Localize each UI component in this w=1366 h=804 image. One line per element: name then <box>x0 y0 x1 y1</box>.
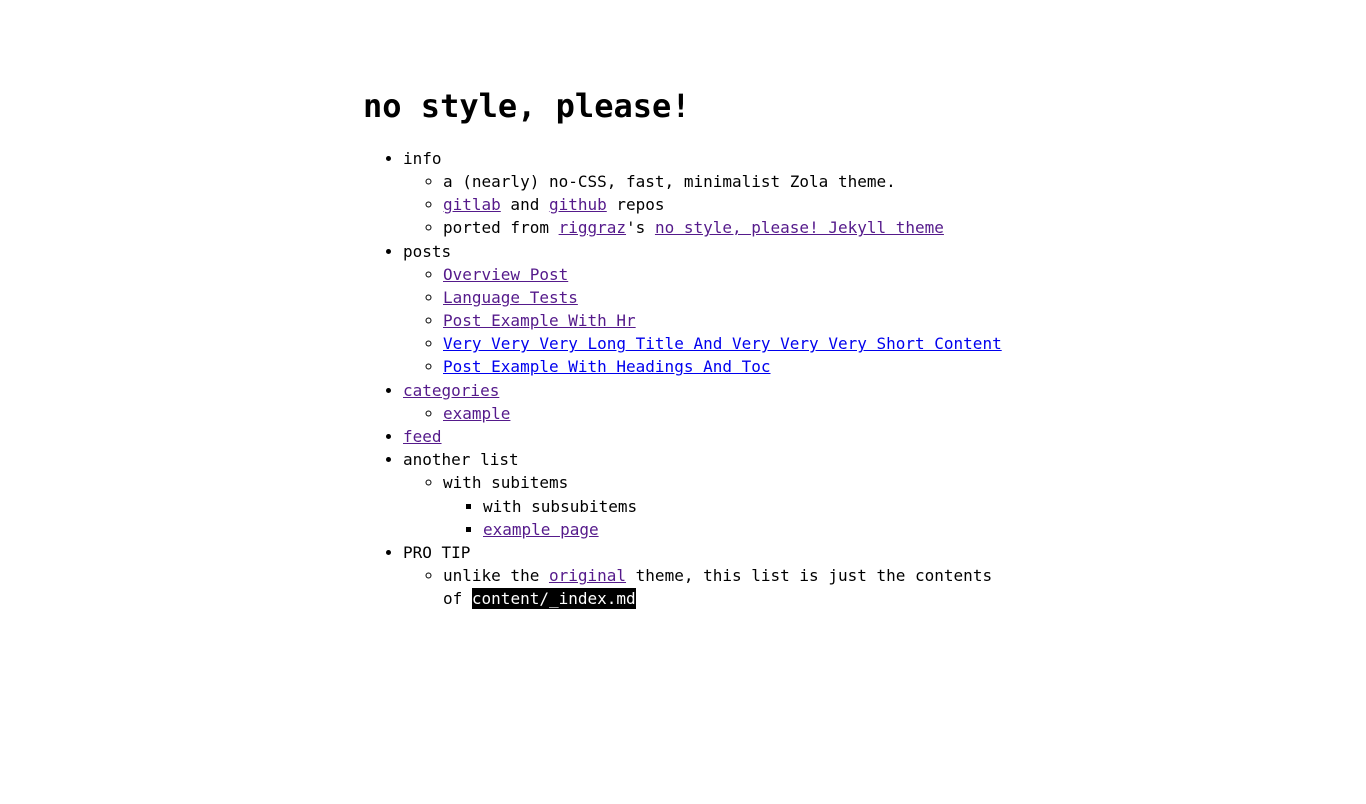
info-sublist: a (nearly) no-CSS, fast, minimalist Zola… <box>403 170 1003 240</box>
list-item-info: info a (nearly) no-CSS, fast, minimalist… <box>403 147 1003 240</box>
another-list-subsublist: with subsubitems example page <box>443 495 1003 541</box>
list-item-posts: posts Overview Post Language Tests Post … <box>403 240 1003 379</box>
riggraz-link[interactable]: riggraz <box>559 218 626 237</box>
github-link[interactable]: github <box>549 195 607 214</box>
list-item-pro-tip-detail: unlike the original theme, this list is … <box>443 564 1003 610</box>
jekyll-theme-link[interactable]: no style, please! Jekyll theme <box>655 218 944 237</box>
repos-suffix: repos <box>606 195 665 215</box>
list-item-with-subsubitems: with subsubitems <box>483 495 1003 518</box>
list-item-post: Language Tests <box>443 286 1003 309</box>
post-link-post-example-with-headings-and-toc[interactable]: Post Example With Headings And Toc <box>443 357 771 376</box>
table-of-contents: info a (nearly) no-CSS, fast, minimalist… <box>363 147 1003 611</box>
list-item-pro-tip: PRO TIP unlike the original theme, this … <box>403 541 1003 611</box>
ported-possessive: 's <box>626 218 655 238</box>
post-link-language-tests[interactable]: Language Tests <box>443 288 578 307</box>
posts-label: posts <box>403 241 452 261</box>
categories-link[interactable]: categories <box>403 381 499 400</box>
list-item-ported-from: ported from riggraz's no style, please! … <box>443 216 1003 239</box>
another-list-sublist: with subitems with subsubitems example p… <box>403 471 1003 541</box>
category-link-example[interactable]: example <box>443 404 510 423</box>
with-subitems-label: with subitems <box>443 473 569 493</box>
post-link-post-example-with-hr[interactable]: Post Example With Hr <box>443 311 636 330</box>
list-item-with-subitems: with subitems with subsubitems example p… <box>443 471 1003 541</box>
list-item-tagline: a (nearly) no-CSS, fast, minimalist Zola… <box>443 170 1003 193</box>
info-label: info <box>403 148 442 168</box>
list-item-post: Overview Post <box>443 263 1003 286</box>
list-item-post: Very Very Very Long Title And Very Very … <box>443 332 1003 355</box>
repos-conjunction: and <box>500 195 549 215</box>
posts-sublist: Overview Post Language Tests Post Exampl… <box>403 263 1003 379</box>
pro-tip-sublist: unlike the original theme, this list is … <box>403 564 1003 610</box>
pro-tip-prefix: unlike the <box>443 566 549 586</box>
list-item-post: Post Example With Hr <box>443 309 1003 332</box>
list-item-repos: gitlab and github repos <box>443 193 1003 216</box>
list-item-categories: categories example <box>403 379 1003 425</box>
feed-link[interactable]: feed <box>403 427 442 446</box>
content-container: no style, please! info a (nearly) no-CSS… <box>363 0 1003 611</box>
list-item-another-list: another list with subitems with subsubit… <box>403 448 1003 541</box>
categories-sublist: example <box>403 402 1003 425</box>
gitlab-link[interactable]: gitlab <box>443 195 501 214</box>
with-subsubitems-label: with subsubitems <box>483 496 638 516</box>
index-md-code: content/_index.md <box>471 588 636 610</box>
post-link-very-long-title[interactable]: Very Very Very Long Title And Very Very … <box>443 334 1002 353</box>
list-item-example-page: example page <box>483 518 1003 541</box>
ported-prefix: ported from <box>443 218 559 238</box>
list-item-category: example <box>443 402 1003 425</box>
page-title: no style, please! <box>363 87 691 125</box>
example-page-link[interactable]: example page <box>483 520 599 539</box>
list-item-feed: feed <box>403 425 1003 448</box>
original-theme-link[interactable]: original <box>549 566 626 585</box>
tagline-text: a (nearly) no-CSS, fast, minimalist Zola… <box>443 171 896 191</box>
post-link-overview-post[interactable]: Overview Post <box>443 265 568 284</box>
page-root: no style, please! info a (nearly) no-CSS… <box>0 0 1366 611</box>
pro-tip-label: PRO TIP <box>403 542 471 562</box>
list-item-post: Post Example With Headings And Toc <box>443 355 1003 378</box>
another-list-label: another list <box>403 450 519 470</box>
